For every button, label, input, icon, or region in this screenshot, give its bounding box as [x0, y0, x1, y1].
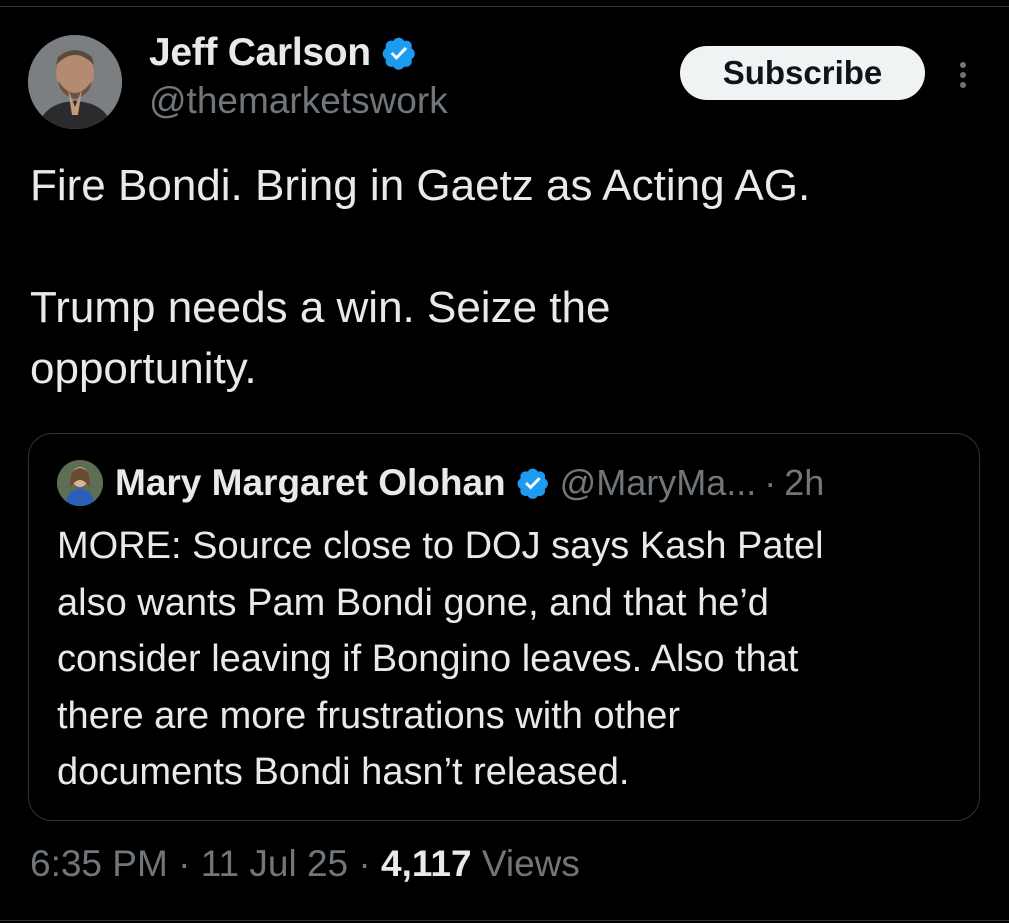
quote-text-line: MORE: Source close to DOJ says Kash Pate… [57, 525, 824, 567]
tweet-paragraph-line: opportunity. [30, 344, 257, 393]
tweet-time[interactable]: 6:35 PM [30, 843, 168, 884]
quote-text-line: consider leaving if Bongino leaves. Also… [57, 638, 799, 680]
author-block: Jeff Carlson @themarketswork [149, 28, 448, 122]
quote-tweet-card[interactable]: Mary Margaret Olohan @MaryMa... · 2h MOR… [28, 433, 980, 821]
views-count[interactable]: 4,117 [381, 843, 472, 884]
quote-text-line: documents Bondi hasn’t released. [57, 751, 630, 793]
quote-author-handle[interactable]: @MaryMa... [560, 462, 757, 504]
quote-text: MORE: Source close to DOJ says Kash Pate… [57, 518, 957, 801]
profile-photo-icon [28, 35, 122, 129]
meta-separator: · [358, 843, 371, 884]
views-label: Views [481, 843, 580, 884]
more-options-icon[interactable] [948, 55, 978, 95]
quote-author-name[interactable]: Mary Margaret Olohan [115, 462, 506, 504]
quote-separator: · [764, 462, 777, 503]
tweet-paragraph: Fire Bondi. Bring in Gaetz as Acting AG. [30, 161, 811, 210]
author-name-row: Jeff Carlson [149, 28, 448, 78]
meta-separator: · [178, 843, 191, 884]
tweet-text: Fire Bondi. Bring in Gaetz as Acting AG.… [30, 155, 970, 399]
verified-badge-icon [517, 468, 548, 499]
top-divider [0, 6, 1009, 7]
quote-text-line: also wants Pam Bondi gone, and that he’d [57, 581, 769, 624]
tweet-date[interactable]: 11 Jul 25 [201, 843, 348, 884]
author-display-name[interactable]: Jeff Carlson [149, 31, 371, 75]
quote-text-line: there are more frustrations with other [57, 694, 681, 737]
quote-profile-photo-icon [57, 460, 103, 506]
subscribe-button[interactable]: Subscribe [680, 46, 925, 100]
tweet-metadata: 6:35 PM · 11 Jul 25 · 4,117 Views [30, 843, 580, 885]
quote-header: Mary Margaret Olohan @MaryMa... · 2h [57, 460, 824, 506]
author-handle[interactable]: @themarketswork [149, 80, 448, 122]
quote-timestamp[interactable]: 2h [784, 462, 824, 504]
verified-badge-icon [382, 37, 415, 70]
author-avatar[interactable] [28, 35, 122, 129]
tweet-paragraph: Trump needs a win. Seize the [30, 283, 611, 332]
bottom-divider [0, 920, 1009, 921]
quote-author-avatar[interactable] [57, 460, 103, 506]
